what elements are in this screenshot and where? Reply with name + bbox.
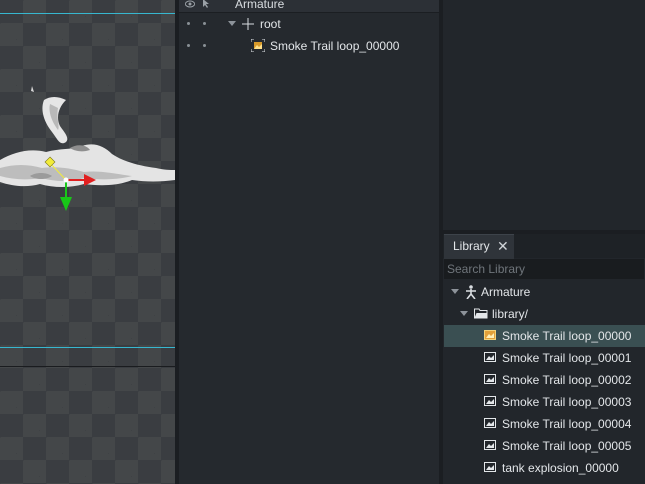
library-item-label: Smoke Trail loop_00005 — [502, 439, 632, 453]
image-icon — [484, 374, 496, 384]
library-item-image[interactable]: Smoke Trail loop_00001 — [444, 347, 645, 369]
image-icon — [484, 396, 496, 406]
library-tab-bar: Library ✕ — [443, 234, 645, 259]
lock-toggle[interactable] — [203, 22, 206, 25]
canvas-viewport[interactable] — [0, 0, 175, 484]
library-item-image[interactable]: Smoke Trail loop_00003 — [444, 391, 645, 413]
image-slot-icon — [251, 39, 265, 52]
chevron-down-icon[interactable] — [228, 21, 236, 26]
library-item-image[interactable]: Smoke Trail loop_00002 — [444, 369, 645, 391]
scene-tree-title: Armature — [235, 0, 285, 11]
library-item-label: Smoke Trail loop_00002 — [502, 373, 632, 387]
smoke-trail-sprite[interactable] — [0, 0, 175, 484]
lock-toggle[interactable] — [203, 44, 206, 47]
library-item-label: tank explosion_00000 — [502, 461, 619, 475]
scene-tree-panel: Armature root Smoke Trail loop_00000 — [179, 0, 443, 484]
tree-row-slot[interactable]: Smoke Trail loop_00000 — [179, 35, 439, 57]
bone-cross-icon — [242, 18, 254, 30]
folder-open-icon — [474, 308, 488, 319]
tree-row-root[interactable]: root — [179, 13, 439, 35]
library-item-image[interactable]: Smoke Trail loop_00004 — [444, 413, 645, 435]
tab-library[interactable]: Library ✕ — [444, 234, 514, 259]
chevron-down-icon[interactable] — [451, 289, 459, 294]
library-item-label: Smoke Trail loop_00000 — [502, 329, 632, 343]
image-icon — [484, 418, 496, 428]
cursor-icon[interactable] — [202, 0, 210, 9]
armature-figure-icon — [466, 285, 476, 299]
image-icon — [484, 462, 496, 472]
library-item-label: Smoke Trail loop_00001 — [502, 351, 632, 365]
tab-library-label: Library — [453, 239, 490, 253]
close-icon[interactable]: ✕ — [497, 238, 509, 255]
library-item-image[interactable]: Smoke Trail loop_00000 — [444, 325, 645, 347]
library-search-input[interactable] — [444, 259, 644, 279]
image-icon — [484, 330, 496, 340]
image-icon — [484, 352, 496, 362]
tree-row-label: Smoke Trail loop_00000 — [270, 39, 400, 53]
chevron-down-icon[interactable] — [460, 311, 468, 316]
library-item-folder[interactable]: library/ — [444, 303, 645, 325]
image-icon — [484, 440, 496, 450]
library-item-label: Smoke Trail loop_00003 — [502, 395, 632, 409]
properties-panel — [443, 0, 645, 230]
library-item-label: Smoke Trail loop_00004 — [502, 417, 632, 431]
library-item-label: Armature — [481, 285, 531, 299]
library-panel: Library ✕ Armature library/ Smoke Trail … — [443, 234, 645, 484]
library-item-image[interactable]: tank explosion_00000 — [444, 457, 645, 479]
tree-row-label: root — [260, 17, 281, 31]
eye-icon[interactable] — [185, 0, 195, 8]
library-item-image[interactable]: Smoke Trail loop_00005 — [444, 435, 645, 457]
scene-tree-header: Armature — [179, 0, 439, 13]
library-item-armature[interactable]: Armature — [444, 281, 645, 303]
visibility-toggle[interactable] — [187, 22, 190, 25]
library-item-label: library/ — [492, 307, 529, 321]
y-axis-arrow-icon — [60, 197, 72, 211]
visibility-toggle[interactable] — [187, 44, 190, 47]
